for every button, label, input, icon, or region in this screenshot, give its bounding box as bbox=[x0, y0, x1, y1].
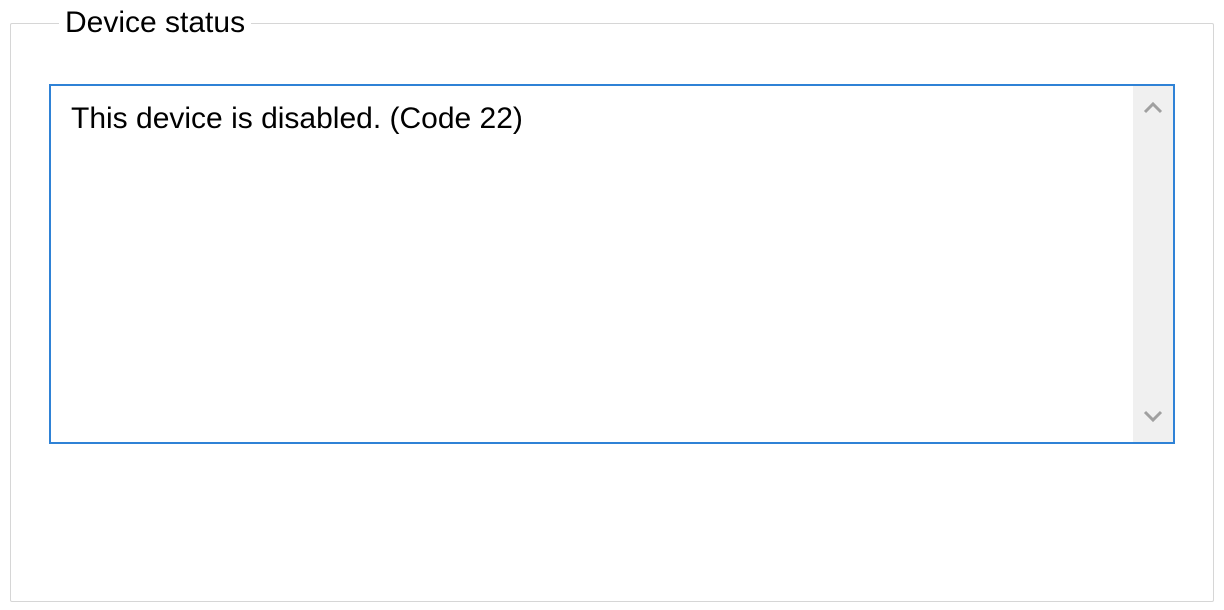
chevron-up-icon bbox=[1143, 101, 1163, 120]
chevron-down-icon bbox=[1143, 409, 1163, 428]
device-status-message: This device is disabled. (Code 22) bbox=[51, 86, 1133, 442]
device-status-textbox[interactable]: This device is disabled. (Code 22) bbox=[49, 84, 1175, 444]
device-status-legend: Device status bbox=[59, 8, 251, 38]
scrollbar-vertical[interactable] bbox=[1133, 86, 1173, 442]
scroll-down-button[interactable] bbox=[1133, 394, 1173, 442]
device-status-group: Device status This device is disabled. (… bbox=[10, 8, 1214, 602]
scroll-up-button[interactable] bbox=[1133, 86, 1173, 134]
